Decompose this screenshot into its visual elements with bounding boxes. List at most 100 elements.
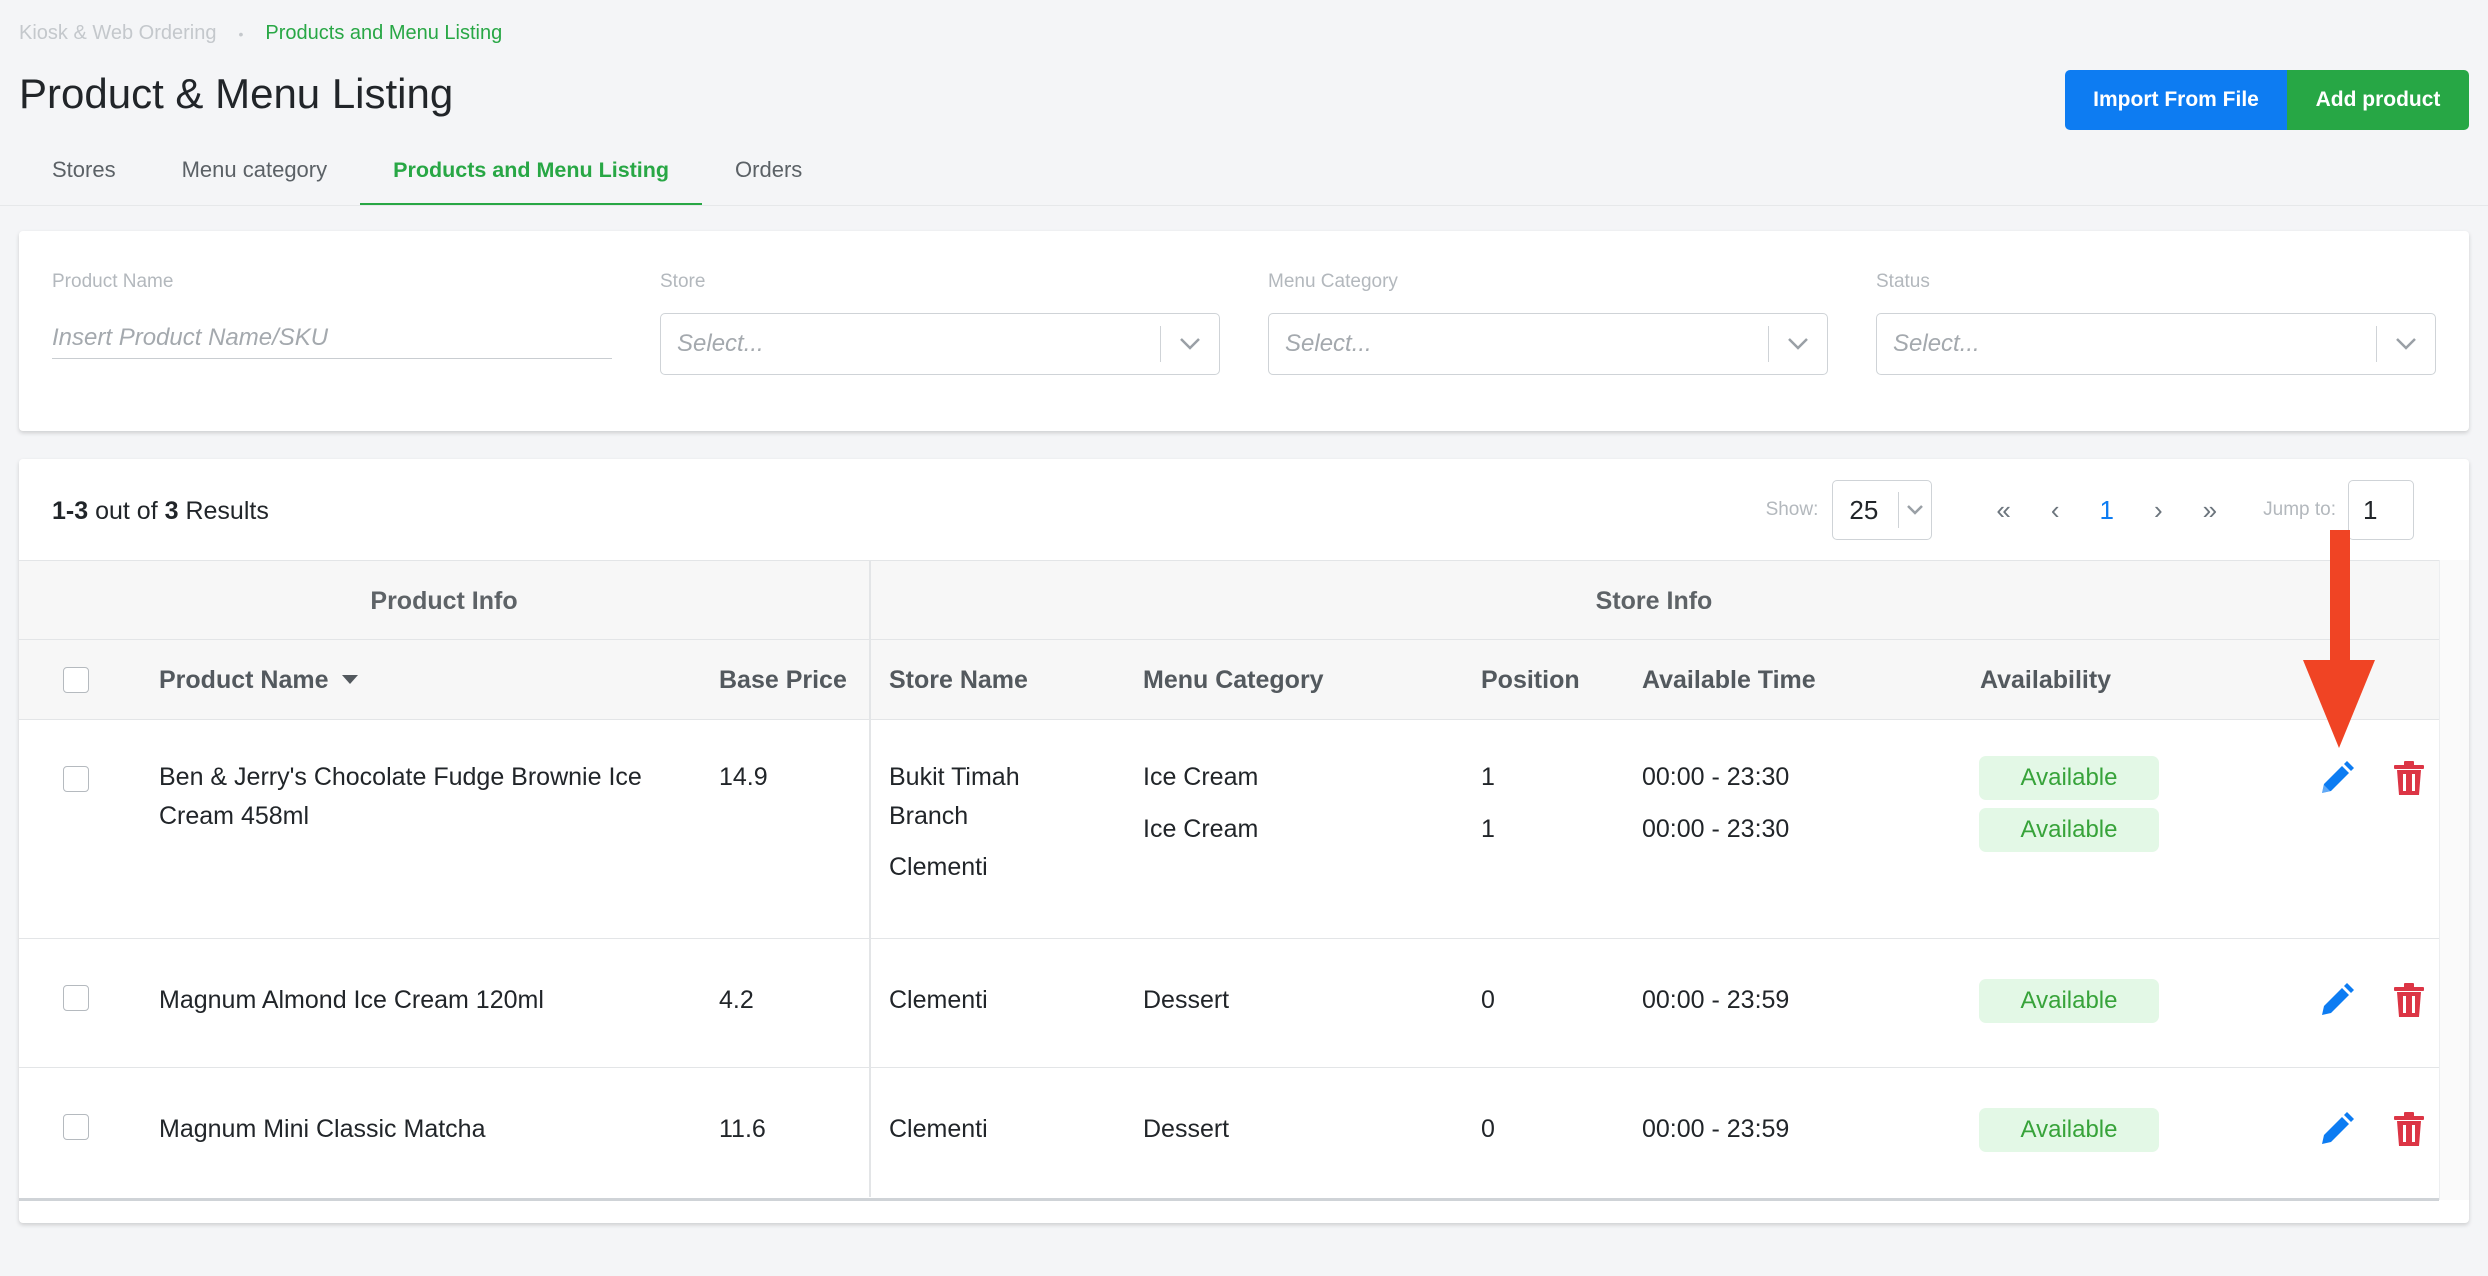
base-price-column-header: Base Price bbox=[719, 665, 847, 694]
availability-badge: Available bbox=[1979, 756, 2159, 800]
first-page-button[interactable]: « bbox=[1996, 495, 2010, 526]
current-page-button[interactable]: 1 bbox=[2100, 495, 2114, 526]
store-select[interactable]: Select... bbox=[660, 313, 1220, 375]
table-row: Magnum Almond Ice Cream 120ml 4.2 Clemen… bbox=[19, 939, 2439, 1068]
position-cell: 1 bbox=[1481, 815, 1495, 843]
menu-category-label: Menu Category bbox=[1268, 271, 1398, 292]
table-row: Ben & Jerry's Chocolate Fudge Brownie Ic… bbox=[19, 720, 2439, 939]
store-info-group-header: Store Info bbox=[1595, 586, 1713, 615]
availability-badge: Available bbox=[1979, 808, 2159, 852]
product-name-cell: Magnum Almond Ice Cream 120ml bbox=[159, 986, 544, 1014]
next-page-button[interactable]: › bbox=[2154, 495, 2163, 526]
results-out-of: out of bbox=[95, 497, 158, 525]
status-select[interactable]: Select... bbox=[1876, 313, 2436, 375]
column-divider bbox=[869, 720, 871, 938]
product-info-group-header: Product Info bbox=[370, 586, 518, 615]
store-select-placeholder: Select... bbox=[677, 330, 764, 357]
store-name-line: Clementi bbox=[889, 853, 988, 881]
menu-category-cell: Dessert bbox=[1143, 1115, 1230, 1143]
position-cell: 1 bbox=[1481, 763, 1495, 791]
available-time-cell: 00:00 - 23:59 bbox=[1642, 1115, 1790, 1143]
import-from-file-button[interactable]: Import From File bbox=[2065, 70, 2287, 130]
menu-category-select[interactable]: Select... bbox=[1268, 313, 1828, 375]
tab-orders[interactable]: Orders bbox=[702, 144, 835, 206]
products-table: Product Info Store Info Product Name Bas… bbox=[19, 560, 2439, 1197]
availability-column-header: Availability bbox=[1980, 665, 2112, 694]
results-suffix: Results bbox=[185, 497, 269, 525]
product-name-input[interactable] bbox=[52, 313, 612, 359]
product-name-line: Ben & Jerry's Chocolate Fudge Brownie Ic… bbox=[159, 763, 642, 791]
pencil-icon[interactable] bbox=[2318, 761, 2354, 802]
store-label: Store bbox=[660, 271, 706, 292]
column-divider bbox=[869, 1068, 871, 1197]
position-column-header: Position bbox=[1481, 665, 1580, 694]
trash-icon[interactable] bbox=[2394, 1112, 2424, 1151]
chevron-down-icon[interactable] bbox=[1769, 337, 1827, 351]
table-scrollbar[interactable] bbox=[2439, 560, 2469, 1200]
store-name-line: Branch bbox=[889, 802, 969, 830]
store-name-cell: Clementi bbox=[889, 1115, 988, 1143]
pencil-icon[interactable] bbox=[2318, 1112, 2354, 1153]
store-name-cell: Bukit Timah Branch Clementi bbox=[889, 758, 1020, 887]
tab-stores[interactable]: Stores bbox=[19, 144, 149, 206]
availability-badge: Available bbox=[1979, 979, 2159, 1023]
trash-icon[interactable] bbox=[2394, 983, 2424, 1022]
page-size-value: 25 bbox=[1849, 494, 1879, 525]
row-checkbox[interactable] bbox=[63, 1114, 89, 1140]
show-label: Show: bbox=[1765, 499, 1819, 520]
results-summary: 1-3 out of 3 Results bbox=[52, 497, 269, 526]
product-name-column-header[interactable]: Product Name bbox=[159, 640, 359, 720]
menu-category-column-header: Menu Category bbox=[1143, 665, 1324, 694]
breadcrumb: Kiosk & Web Ordering • Products and Menu… bbox=[19, 22, 502, 45]
add-product-button[interactable]: Add product bbox=[2287, 70, 2469, 130]
base-price-cell: 11.6 bbox=[719, 1115, 766, 1143]
results-panel: 1-3 out of 3 Results Show: 25 « ‹ 1 › » … bbox=[19, 459, 2469, 1223]
available-time-column-header: Available Time bbox=[1642, 665, 1816, 694]
base-price-cell: 14.9 bbox=[719, 763, 768, 791]
table-group-header: Product Info Store Info bbox=[19, 560, 2439, 640]
menu-category-cell: Dessert bbox=[1143, 986, 1230, 1014]
product-name-cell: Ben & Jerry's Chocolate Fudge Brownie Ic… bbox=[159, 758, 642, 836]
trash-icon[interactable] bbox=[2394, 761, 2424, 800]
available-time-cell: 00:00 - 23:30 bbox=[1642, 815, 1790, 843]
row-checkbox[interactable] bbox=[63, 985, 89, 1011]
product-name-column-label: Product Name bbox=[159, 665, 329, 694]
tabs-divider bbox=[0, 205, 2488, 206]
product-name-label: Product Name bbox=[52, 271, 174, 292]
table-bottom-border bbox=[19, 1198, 2439, 1201]
store-name-column-header: Store Name bbox=[889, 665, 1028, 694]
position-cell: 0 bbox=[1481, 1115, 1495, 1143]
page-title: Product & Menu Listing bbox=[19, 70, 454, 117]
tab-bar: Stores Menu category Products and Menu L… bbox=[19, 144, 835, 206]
product-name-cell: Magnum Mini Classic Matcha bbox=[159, 1115, 486, 1143]
status-label: Status bbox=[1876, 271, 1930, 292]
menu-category-cell: Ice Cream bbox=[1143, 763, 1259, 791]
status-select-placeholder: Select... bbox=[1893, 330, 1980, 357]
tab-menu-category[interactable]: Menu category bbox=[149, 144, 361, 206]
tab-products-and-menu-listing[interactable]: Products and Menu Listing bbox=[360, 144, 702, 206]
chevron-down-icon[interactable] bbox=[2377, 337, 2435, 351]
jump-to-label: Jump to: bbox=[2263, 499, 2336, 520]
chevron-down-icon[interactable] bbox=[1161, 337, 1219, 351]
menu-category-select-placeholder: Select... bbox=[1285, 330, 1372, 357]
position-cell: 0 bbox=[1481, 986, 1495, 1014]
page-size-select[interactable]: 25 bbox=[1832, 480, 1933, 540]
chevron-down-icon[interactable] bbox=[1899, 504, 1931, 516]
store-name-cell: Clementi bbox=[889, 986, 988, 1014]
available-time-cell: 00:00 - 23:30 bbox=[1642, 763, 1790, 791]
base-price-cell: 4.2 bbox=[719, 986, 754, 1014]
store-filter: Store Select... bbox=[660, 271, 1220, 375]
prev-page-button[interactable]: ‹ bbox=[2051, 495, 2060, 526]
breadcrumb-root-link[interactable]: Kiosk & Web Ordering bbox=[19, 22, 217, 45]
breadcrumb-separator: • bbox=[238, 25, 244, 42]
last-page-button[interactable]: » bbox=[2203, 495, 2217, 526]
status-filter: Status Select... bbox=[1876, 271, 2436, 375]
select-all-checkbox[interactable] bbox=[63, 667, 89, 693]
column-divider bbox=[869, 640, 871, 719]
breadcrumb-current: Products and Menu Listing bbox=[265, 22, 503, 44]
red-arrow-down-annotation bbox=[2303, 530, 2375, 748]
pencil-icon[interactable] bbox=[2318, 983, 2354, 1024]
row-checkbox[interactable] bbox=[63, 766, 89, 792]
caret-down-icon[interactable] bbox=[342, 675, 359, 685]
menu-category-cell: Ice Cream bbox=[1143, 815, 1259, 843]
